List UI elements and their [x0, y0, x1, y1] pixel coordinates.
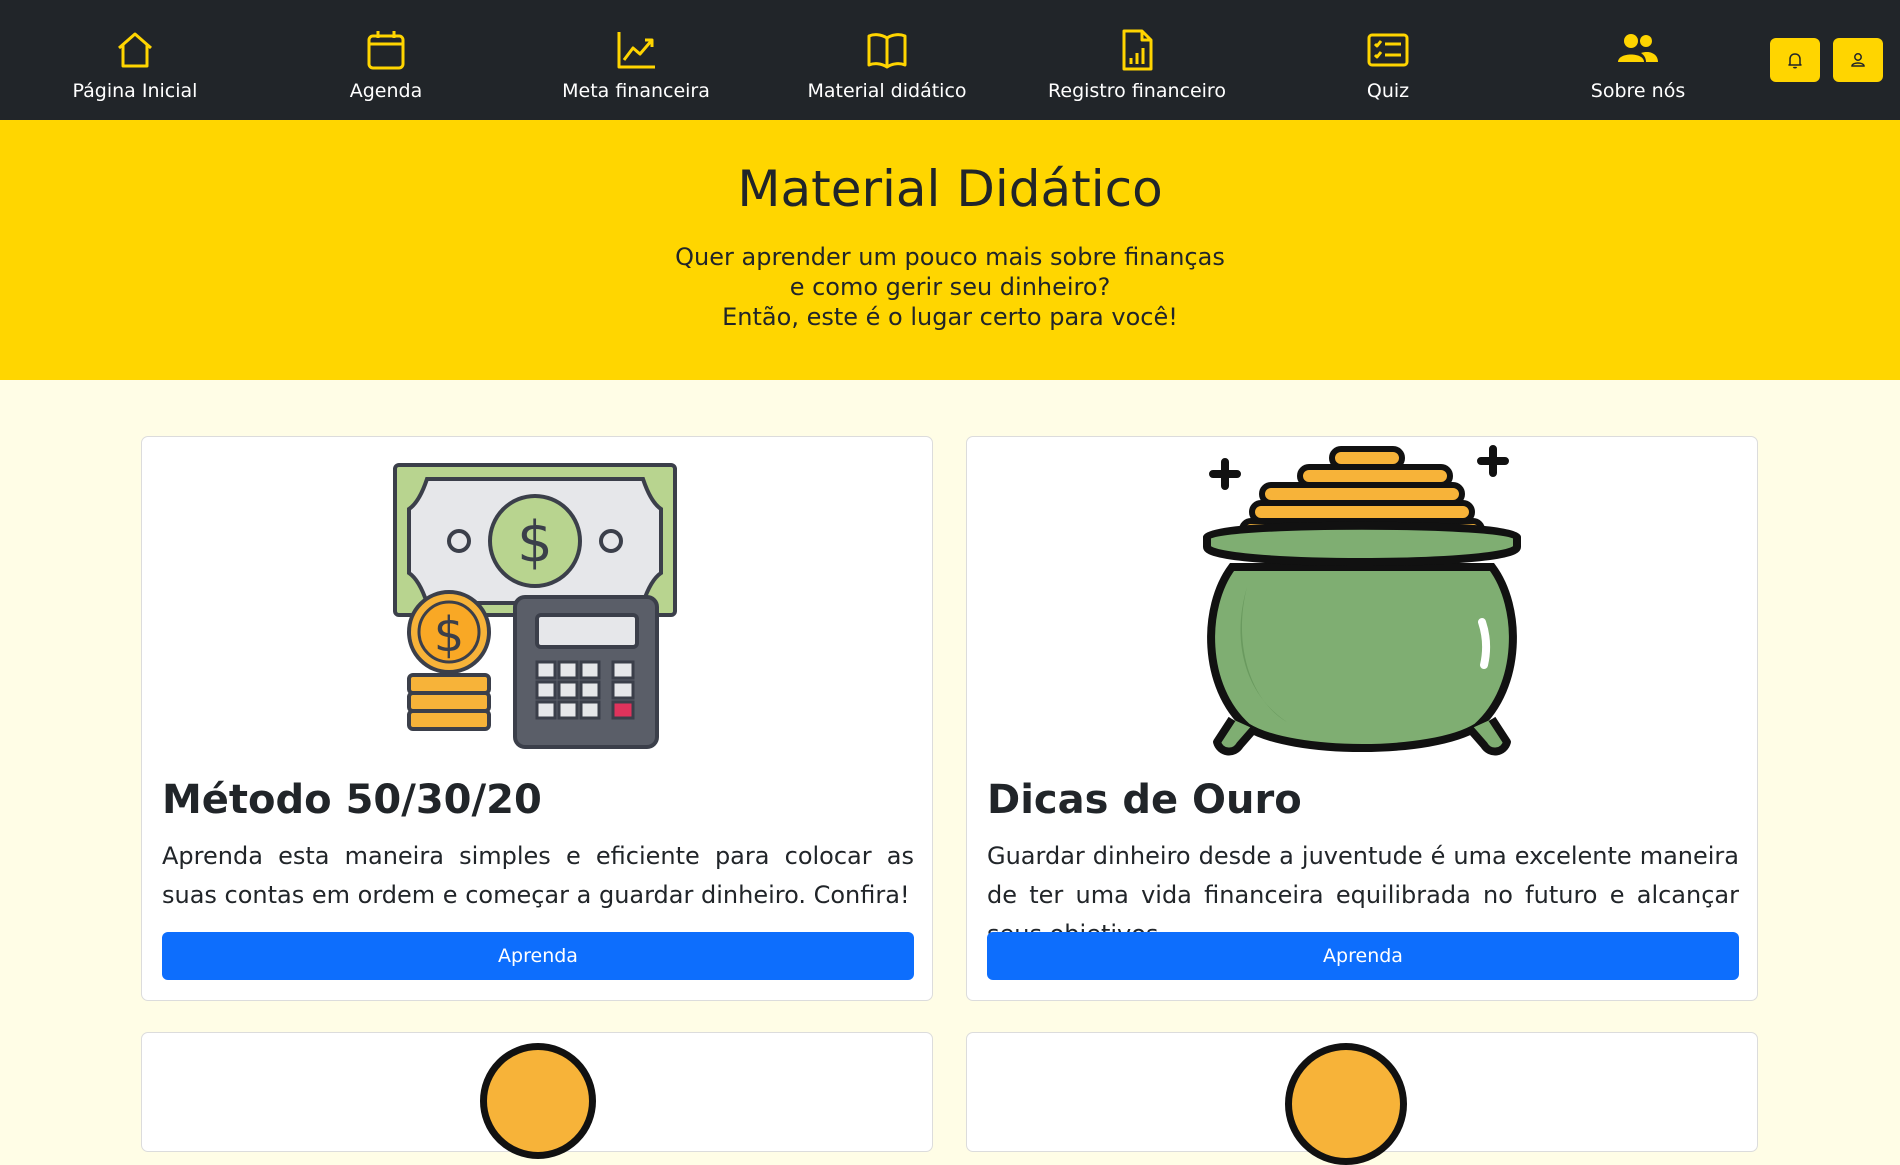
- card-metodo: $ $ Método 50/30/20 Aprenda esta maneira…: [141, 436, 933, 1001]
- nav-item-sobre-nos[interactable]: Sobre nós: [1538, 28, 1738, 108]
- chart-line-icon: [617, 32, 655, 69]
- user-icon: [1851, 53, 1865, 67]
- card-description: Aprenda esta maneira simples e eficiente…: [162, 842, 914, 909]
- nav-label-home: Página Inicial: [72, 80, 198, 102]
- notifications-button[interactable]: [1770, 38, 1820, 82]
- nav-item-home[interactable]: Página Inicial: [35, 28, 235, 108]
- svg-text:$: $: [517, 510, 553, 575]
- nav-label-agenda: Agenda: [349, 80, 423, 102]
- money-calculator-illustration: $ $: [142, 437, 932, 767]
- pot-of-gold-illustration: [967, 437, 1757, 767]
- hero-subtitle-line-3: Então, este é o lugar certo para você!: [722, 303, 1178, 331]
- nav-item-quiz[interactable]: Quiz: [1288, 28, 1488, 108]
- nav-item-material-didatico[interactable]: Material didático: [787, 28, 987, 108]
- page-title: Material Didático: [737, 160, 1163, 218]
- nav-label-quiz: Quiz: [1366, 80, 1410, 102]
- card-dicas-de-ouro: Dicas de Ouro Guardar dinheiro desde a j…: [966, 436, 1758, 1001]
- card-3-partial: [141, 1032, 933, 1159]
- people-icon: [1618, 34, 1658, 62]
- card-title: Dicas de Ouro: [987, 777, 1302, 823]
- aprenda-button[interactable]: Aprenda: [987, 932, 1739, 980]
- coin-illustration-partial: [1285, 1043, 1407, 1165]
- nav-item-registro-financeiro[interactable]: Registro financeiro: [1037, 28, 1237, 108]
- aprenda-button[interactable]: Aprenda: [162, 932, 914, 980]
- calendar-icon: [367, 31, 405, 70]
- user-account-button[interactable]: [1833, 38, 1883, 82]
- book-icon: [867, 33, 907, 69]
- nav-item-meta-financeira[interactable]: Meta financeira: [536, 28, 736, 108]
- home-icon: [118, 32, 152, 68]
- coin-illustration-partial: [480, 1043, 596, 1159]
- bell-icon: [1788, 53, 1802, 69]
- nav-label-registro-financeiro: Registro financeiro: [1048, 80, 1226, 102]
- hero-subtitle-line-2: e como gerir seu dinheiro?: [789, 273, 1111, 301]
- nav-label-material-didatico: Material didático: [807, 80, 967, 102]
- hero-banner: Material Didático Quer aprender um pouco…: [0, 120, 1900, 380]
- card-title: Método 50/30/20: [162, 777, 542, 823]
- svg-text:$: $: [434, 607, 465, 663]
- checklist-icon: [1367, 33, 1409, 67]
- card-4-partial: [966, 1032, 1758, 1165]
- nav-label-sobre-nos: Sobre nós: [1590, 80, 1686, 102]
- nav-item-agenda[interactable]: Agenda: [286, 28, 486, 108]
- hero-subtitle: Quer aprender um pouco mais sobre finanç…: [0, 242, 1900, 332]
- document-chart-icon: [1122, 29, 1153, 71]
- top-navbar: Página Inicial Agenda Meta financeira Ma…: [0, 0, 1900, 120]
- nav-label-meta-financeira: Meta financeira: [562, 80, 710, 102]
- hero-subtitle-line-1: Quer aprender um pouco mais sobre finanç…: [675, 243, 1225, 271]
